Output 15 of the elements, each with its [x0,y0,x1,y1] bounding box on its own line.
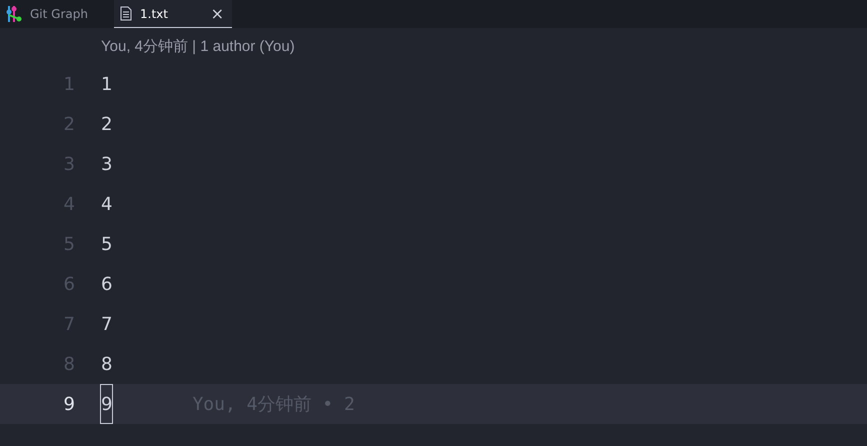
close-icon[interactable]: × [210,4,224,23]
code-text: 7 [101,312,112,336]
code-text: 8 [101,352,112,376]
code-text: 5 [101,232,112,256]
codelens-text[interactable]: You, 4分钟前 | 1 author (You) [101,36,295,56]
code-text: 1 [101,72,112,96]
editor-tab[interactable]: 1.txt × [114,0,232,28]
git-graph-icon [6,5,22,23]
code-text: 3 [101,152,112,176]
file-icon [120,6,132,21]
line-number: 9 [62,394,75,414]
code-text: 9 [101,385,112,423]
code-text: 2 [101,112,112,136]
code-text: 6 [101,272,112,296]
code-text: 4 [101,192,112,216]
